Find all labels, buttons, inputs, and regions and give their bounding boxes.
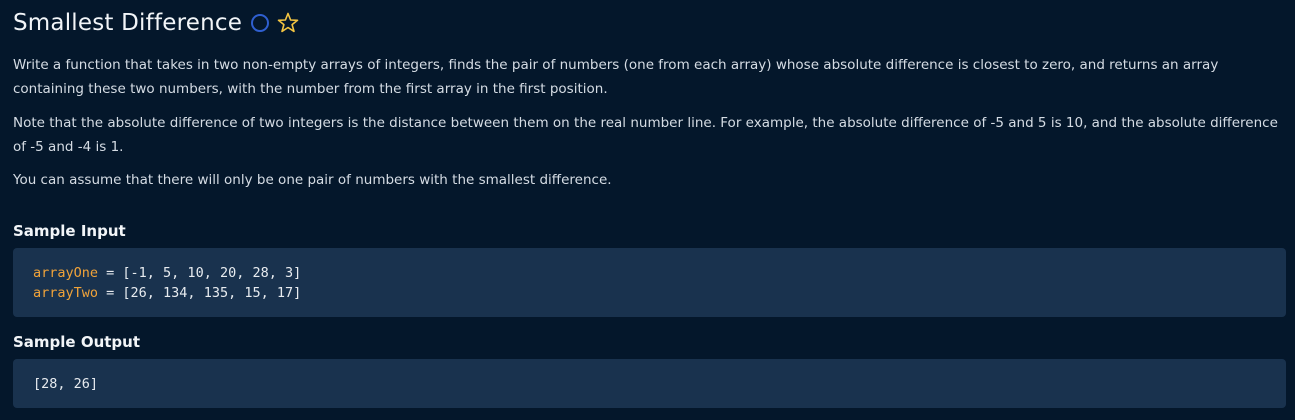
problem-header: Smallest Difference — [13, 8, 300, 38]
problem-description-3: You can assume that there will only be o… — [13, 172, 612, 188]
star-outline-icon — [277, 12, 299, 33]
code-line: arrayTwo = [26, 134, 135, 15, 17] — [33, 283, 1286, 303]
problem-description-1: Write a function that takes in two non-e… — [13, 57, 1219, 97]
sample-output-label: Sample Output — [13, 333, 141, 351]
sample-input-label: Sample Input — [13, 222, 126, 240]
completion-status-icon[interactable] — [251, 14, 270, 32]
page-title: Smallest Difference — [13, 10, 243, 36]
problem-description-2: Note that the absolute difference of two… — [13, 115, 1278, 155]
sample-output-code-block: [28, 26] — [13, 359, 1286, 408]
variable-name: arrayOne — [33, 265, 99, 281]
variable-value: = [26, 134, 135, 15, 17] — [98, 285, 302, 301]
code-line: arrayOne = [-1, 5, 10, 20, 28, 3] — [33, 263, 1286, 283]
sample-input-code-block: arrayOne = [-1, 5, 10, 20, 28, 3] arrayT… — [13, 248, 1286, 317]
variable-name: arrayTwo — [33, 285, 99, 301]
output-value: [28, 26] — [33, 376, 99, 392]
favorite-star-icon[interactable] — [276, 11, 300, 35]
variable-value: = [-1, 5, 10, 20, 28, 3] — [98, 265, 302, 281]
